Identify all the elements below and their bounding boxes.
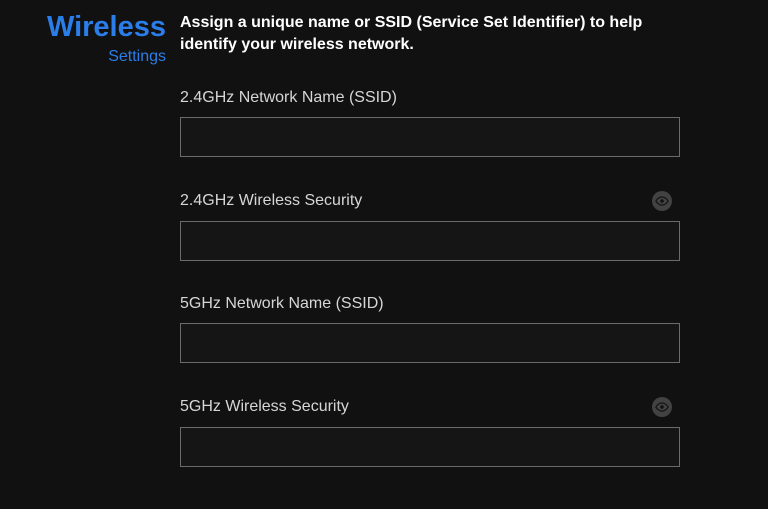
ssid-24ghz-input[interactable] [180, 117, 680, 157]
sidebar: Wireless Settings [0, 12, 180, 467]
field-group-ssid-5ghz: 5GHz Network Name (SSID) [180, 295, 708, 363]
label-row: 5GHz Wireless Security [180, 397, 680, 417]
label-row: 2.4GHz Wireless Security [180, 191, 680, 211]
label-row: 5GHz Network Name (SSID) [180, 295, 680, 313]
field-group-security-24ghz: 2.4GHz Wireless Security [180, 191, 708, 261]
visibility-toggle-24ghz[interactable] [652, 191, 672, 211]
security-24ghz-input[interactable] [180, 221, 680, 261]
ssid-5ghz-input[interactable] [180, 323, 680, 363]
field-group-security-5ghz: 5GHz Wireless Security [180, 397, 708, 467]
security-5ghz-input[interactable] [180, 427, 680, 467]
security-24ghz-label: 2.4GHz Wireless Security [180, 192, 362, 210]
page-container: Wireless Settings Assign a unique name o… [0, 0, 768, 467]
visibility-toggle-5ghz[interactable] [652, 397, 672, 417]
intro-text: Assign a unique name or SSID (Service Se… [180, 12, 650, 55]
label-row: 2.4GHz Network Name (SSID) [180, 89, 680, 107]
main-content: Assign a unique name or SSID (Service Se… [180, 12, 768, 467]
field-group-ssid-24ghz: 2.4GHz Network Name (SSID) [180, 89, 708, 157]
eye-icon [655, 400, 669, 414]
page-subtitle: Settings [18, 48, 166, 66]
page-title: Wireless [18, 12, 166, 44]
eye-icon [655, 194, 669, 208]
security-5ghz-label: 5GHz Wireless Security [180, 398, 349, 416]
ssid-5ghz-label: 5GHz Network Name (SSID) [180, 295, 384, 313]
ssid-24ghz-label: 2.4GHz Network Name (SSID) [180, 89, 397, 107]
